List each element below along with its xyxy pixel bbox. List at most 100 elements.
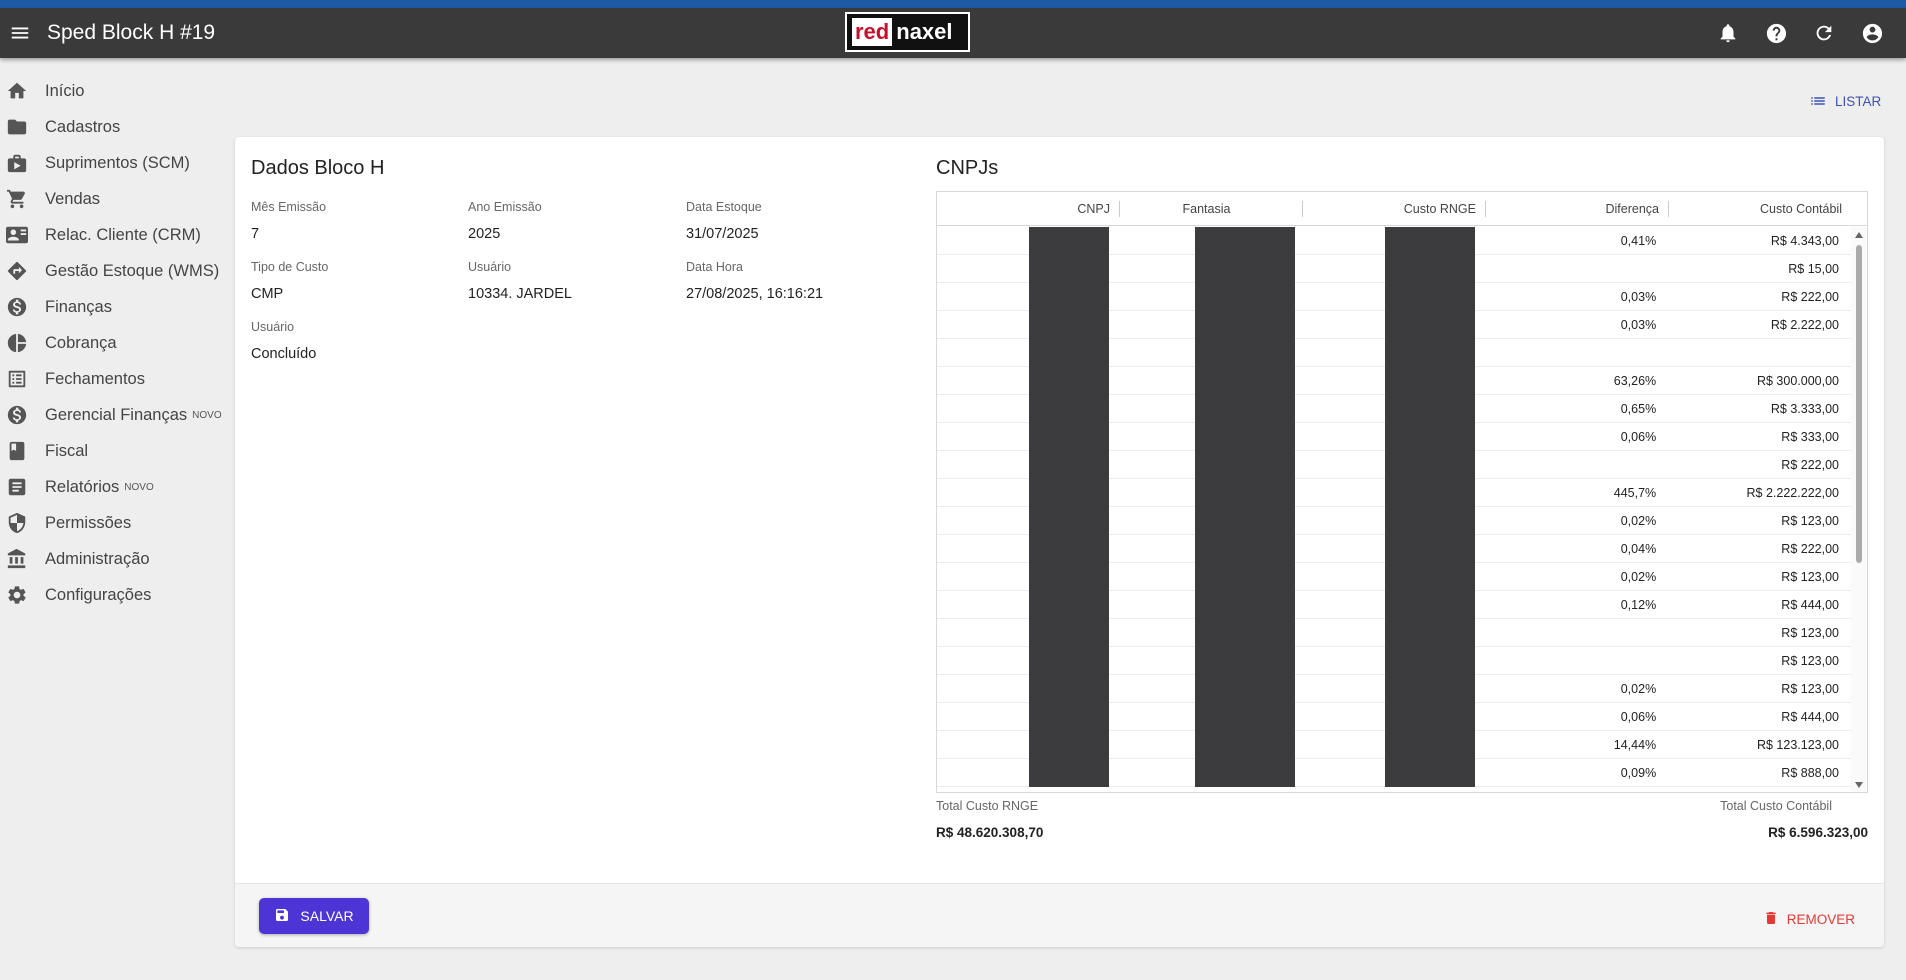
sidebar-item-label: Início — [45, 81, 85, 100]
column-header-custo-contabil[interactable]: Custo Contábil — [1669, 192, 1852, 225]
column-header-custo-rnge[interactable]: Custo RNGE — [1303, 192, 1486, 225]
cell-custo-contabil: R$ 2.222.222,00 — [1746, 485, 1839, 500]
help-icon[interactable] — [1764, 21, 1788, 45]
scroll-up-icon[interactable] — [1855, 232, 1863, 238]
total-contabil-label-text: Total Custo Contábil — [1720, 799, 1832, 813]
redaction-mask — [1195, 227, 1295, 787]
book-icon — [6, 440, 28, 462]
sidebar-item-fechamentos[interactable]: Fechamentos — [0, 361, 230, 397]
home-icon — [6, 80, 28, 102]
account-icon[interactable] — [1860, 21, 1884, 45]
table-scrollbar[interactable] — [1851, 227, 1867, 792]
cell-diferenca: 0,02% — [1620, 569, 1657, 584]
new-badge: NOVO — [192, 409, 222, 421]
money-icon — [6, 296, 28, 318]
cell-custo-contabil: R$ 123,00 — [1781, 625, 1839, 640]
sidebar-item-suprimentos[interactable]: Suprimentos (SCM) — [0, 145, 230, 181]
cell-diferenca: 445,7% — [1613, 485, 1657, 500]
field-value-mes-emissao: 7 — [251, 226, 260, 242]
scroll-down-icon[interactable] — [1855, 782, 1863, 788]
contact-card-icon — [6, 224, 28, 246]
total-contabil-value: R$ 6.596.323,00 — [1768, 825, 1868, 840]
cell-diferenca: 0,06% — [1620, 429, 1657, 444]
sidebar-item-relatorios[interactable]: Relatórios NOVO — [0, 469, 230, 505]
refresh-icon[interactable] — [1812, 21, 1836, 45]
remove-button[interactable]: REMOVER — [1505, 908, 1855, 930]
column-header-fantasia[interactable]: Fantasia — [1120, 192, 1303, 225]
gear-icon — [6, 584, 28, 606]
appbar-actions — [1716, 8, 1884, 58]
list-icon — [1809, 92, 1827, 110]
cell-custo-contabil: R$ 4.343,00 — [1770, 233, 1839, 248]
cell-diferenca: 0,12% — [1620, 597, 1657, 612]
field-value-usuario: 10334. JARDEL — [468, 286, 572, 302]
cell-diferenca: 0,02% — [1620, 681, 1657, 696]
cell-custo-contabil: R$ 222,00 — [1781, 541, 1839, 556]
sidebar-item-label: Finanças — [45, 297, 112, 316]
save-label: SALVAR — [300, 908, 354, 924]
cell-custo-contabil: R$ 15,00 — [1788, 261, 1839, 276]
cell-custo-contabil: R$ 123,00 — [1781, 681, 1839, 696]
sidebar-item-permissoes[interactable]: Permissões — [0, 505, 230, 541]
field-value-ano-emissao: 2025 — [468, 226, 501, 242]
cell-diferenca: 0,41% — [1620, 233, 1657, 248]
sidebar-item-crm[interactable]: Relac. Cliente (CRM) — [0, 217, 230, 253]
sidebar-item-label: Fechamentos — [45, 369, 145, 388]
app-title: Sped Block H #19 — [47, 21, 216, 44]
cell-diferenca: 0,04% — [1620, 541, 1657, 556]
save-icon — [274, 907, 290, 926]
cell-custo-contabil: R$ 222,00 — [1781, 289, 1839, 304]
cell-custo-contabil: R$ 123,00 — [1781, 653, 1839, 668]
cell-diferenca: 0,09% — [1620, 765, 1657, 780]
sidebar-item-inicio[interactable]: Início — [0, 73, 230, 109]
column-header-diferenca[interactable]: Diferença — [1486, 192, 1669, 225]
menu-icon[interactable] — [1, 8, 39, 58]
listar-button[interactable]: LISTAR — [1809, 92, 1881, 110]
shield-icon — [6, 512, 28, 534]
sidebar-item-wms[interactable]: Gestão Estoque (WMS) — [0, 253, 230, 289]
field-label-mes-emissao: Mês Emissão — [251, 200, 327, 214]
new-badge: NOVO — [124, 481, 154, 493]
cell-custo-contabil: R$ 2.222,00 — [1770, 317, 1839, 332]
cell-diferenca: 0,06% — [1620, 709, 1657, 724]
sidebar-item-label: Configurações — [45, 585, 152, 604]
sidebar-item-fiscal[interactable]: Fiscal — [0, 433, 230, 469]
sidebar-item-label: Gestão Estoque (WMS) — [45, 261, 220, 280]
sidebar-item-cobranca[interactable]: Cobrança — [0, 325, 230, 361]
sidebar-item-administracao[interactable]: Administração — [0, 541, 230, 577]
total-rnge-label: Total Custo RNGE — [936, 799, 1039, 813]
cart-icon — [6, 188, 28, 210]
notifications-icon[interactable] — [1716, 21, 1740, 45]
cell-custo-contabil: R$ 123.123,00 — [1756, 737, 1839, 752]
cell-diferenca: 0,03% — [1620, 289, 1657, 304]
sidebar-item-configuracoes[interactable]: Configurações — [0, 577, 230, 613]
section-title-cnpjs: CNPJs — [936, 157, 999, 179]
redaction-mask — [1029, 227, 1109, 787]
save-button[interactable]: SALVAR — [259, 898, 369, 934]
table-header: CNPJ Fantasia Custo RNGE Diferença Custo… — [937, 192, 1867, 226]
sidebar-item-vendas[interactable]: Vendas — [0, 181, 230, 217]
cell-diferenca — [1485, 255, 1668, 282]
scroll-thumb[interactable] — [1856, 245, 1862, 563]
field-value-tipo-custo: CMP — [251, 286, 284, 302]
column-header-cnpj[interactable]: CNPJ — [937, 192, 1120, 225]
directions-icon — [6, 260, 28, 282]
cell-custo-contabil: R$ 3.333,00 — [1770, 401, 1839, 416]
pie-chart-icon — [6, 332, 28, 354]
sidebar-item-gerencial-financas[interactable]: Gerencial Finanças NOVO — [0, 397, 230, 433]
cell-diferenca — [1485, 619, 1668, 646]
field-label-status: Usuário — [251, 320, 295, 334]
total-rnge-value: R$ 48.620.308,70 — [936, 825, 1044, 840]
cell-diferenca: 0,02% — [1620, 513, 1657, 528]
cell-diferenca: 0,65% — [1620, 401, 1657, 416]
cell-custo-contabil: R$ 333,00 — [1781, 429, 1839, 444]
money-icon — [6, 404, 28, 426]
cell-custo-contabil: R$ 444,00 — [1781, 709, 1839, 724]
sidebar-item-cadastros[interactable]: Cadastros — [0, 109, 230, 145]
sidebar-item-financas[interactable]: Finanças — [0, 289, 230, 325]
field-label-usuario: Usuário — [468, 260, 512, 274]
cell-diferenca: 63,26% — [1613, 373, 1657, 388]
sidebar: Início Cadastros Suprimentos (SCM) Venda… — [0, 73, 230, 613]
cell-custo-contabil: R$ 123,00 — [1781, 569, 1839, 584]
field-value-data-hora: 27/08/2025, 16:16:21 — [686, 286, 824, 302]
